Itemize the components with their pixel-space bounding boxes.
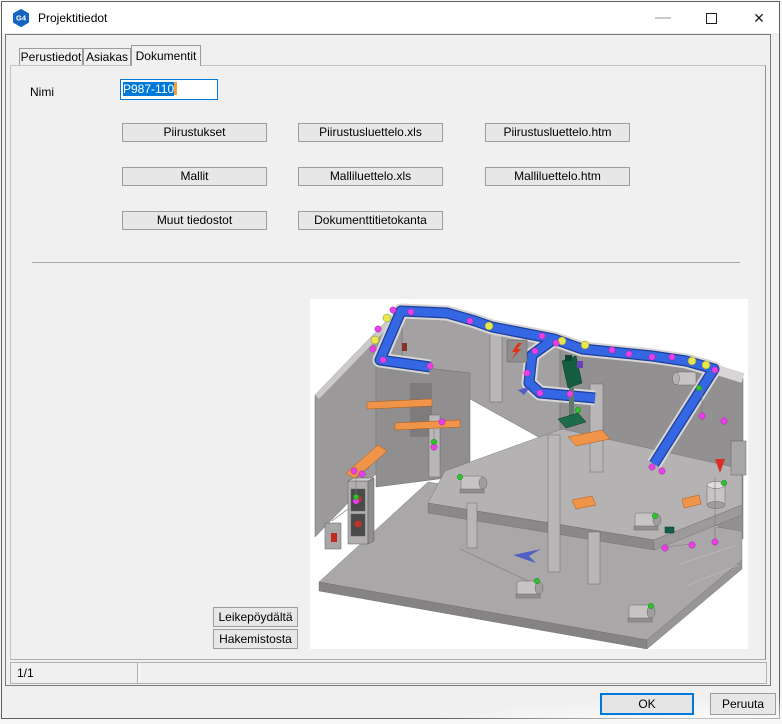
dialog-body: Perustiedot Asiakas Dokumentit Nimi P987… [5,34,771,686]
dokumenttitietokanta-button[interactable]: Dokumenttitietokanta [298,211,443,230]
malliluettelo-htm-button[interactable]: Malliluettelo.htm [485,167,630,186]
building-3d-model [310,299,748,649]
minimize-icon [655,17,671,19]
selected-text: P987-110 [123,82,174,96]
window-title: Projektitiedot [38,2,107,34]
piirustusluettelo-htm-button[interactable]: Piirustusluettelo.htm [485,123,630,142]
text-caret [174,82,177,95]
piirustukset-button[interactable]: Piirustukset [122,123,267,142]
close-button[interactable]: ✕ [742,2,776,34]
tab-dokumentit[interactable]: Dokumentit [131,45,201,66]
tab-asiakas[interactable]: Asiakas [83,48,131,65]
maximize-button[interactable] [694,2,728,34]
muut-tiedostot-button[interactable]: Muut tiedostot [122,211,267,230]
model-preview-image [310,299,748,649]
cancel-button[interactable]: Peruuta [710,693,776,715]
maximize-icon [706,13,717,24]
close-icon: ✕ [753,10,765,26]
g4-app-icon: G4 [12,9,30,27]
statusbar-divider [139,663,140,683]
titlebar: G4 Projektitiedot ✕ [2,2,779,34]
name-label: Nimi [30,85,54,99]
horizontal-separator [32,262,740,263]
clipboard-button[interactable]: Leikepöydältä [213,607,298,627]
name-input[interactable]: P987-110 [120,79,218,100]
mallit-button[interactable]: Mallit [122,167,267,186]
svg-text:G4: G4 [16,14,27,23]
minimize-button[interactable] [646,2,680,34]
statusbar: 1/1 [10,662,767,684]
piirustusluettelo-xls-button[interactable]: Piirustusluettelo.xls [298,123,443,142]
ok-button[interactable]: OK [600,693,694,715]
tank-barrel [707,482,725,509]
dialog-window: G4 Projektitiedot ✕ Perustiedot Asiakas … [1,1,780,719]
malliluettelo-xls-button[interactable]: Malliluettelo.xls [298,167,443,186]
directory-button[interactable]: Hakemistosta [213,629,298,649]
tab-perustiedot[interactable]: Perustiedot [19,48,83,65]
page-indicator: 1/1 [11,663,138,683]
